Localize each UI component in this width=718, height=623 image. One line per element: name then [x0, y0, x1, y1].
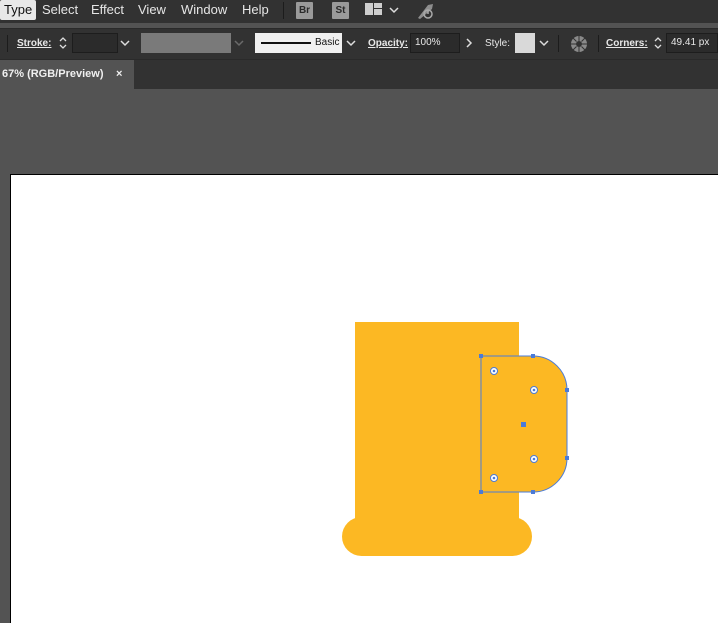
anchor-point[interactable] [531, 354, 535, 358]
mug-base[interactable] [342, 517, 532, 556]
live-corner-widget[interactable] [490, 474, 498, 482]
center-point [521, 422, 526, 427]
live-corner-widget[interactable] [530, 455, 538, 463]
live-corner-widget[interactable] [490, 367, 498, 375]
anchor-point[interactable] [565, 388, 569, 392]
anchor-point[interactable] [479, 354, 483, 358]
artwork-layer [342, 322, 569, 556]
anchor-point[interactable] [531, 490, 535, 494]
live-corner-widget[interactable] [530, 386, 538, 394]
anchor-point[interactable] [565, 456, 569, 460]
anchor-point[interactable] [479, 490, 483, 494]
